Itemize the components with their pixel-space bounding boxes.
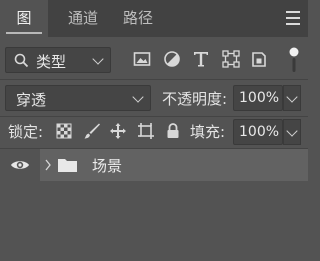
- smart-object-filter-icon[interactable]: [250, 50, 268, 68]
- chevron-right-icon[interactable]: [44, 158, 52, 172]
- filter-kind-select[interactable]: 类型: [5, 47, 111, 73]
- filter-toggle-icon[interactable]: [289, 46, 299, 74]
- tab-channels-label: 通道: [68, 9, 99, 27]
- divider: [0, 116, 308, 117]
- chevron-down-icon: [286, 125, 298, 137]
- search-icon: [14, 53, 29, 68]
- chevron-down-icon: [92, 53, 104, 65]
- blend-mode-value: 穿透: [16, 91, 47, 109]
- folder-icon: [58, 159, 77, 172]
- adjustment-filter-icon[interactable]: [163, 50, 181, 68]
- blend-mode-select[interactable]: 穿透: [5, 85, 151, 111]
- fill-value: 100%: [239, 124, 280, 140]
- fill-label: 填充:: [190, 123, 226, 141]
- divider: [0, 79, 308, 80]
- chevron-down-icon: [132, 91, 144, 103]
- layers-empty-area: [0, 181, 308, 261]
- shape-filter-icon[interactable]: [222, 50, 240, 68]
- lock-image-pixels-icon[interactable]: [83, 122, 101, 140]
- tab-paths-label: 路径: [123, 9, 154, 27]
- fill-input[interactable]: 100%: [233, 119, 283, 145]
- image-filter-icon[interactable]: [133, 50, 151, 68]
- lock-transparent-pixels-icon[interactable]: [55, 122, 73, 140]
- text-filter-icon[interactable]: [192, 50, 210, 68]
- active-tab-indicator: [6, 32, 42, 34]
- filter-kind-label: 类型: [36, 53, 67, 71]
- opacity-label: 不透明度:: [162, 90, 228, 108]
- lock-artboard-icon[interactable]: [137, 122, 155, 140]
- layer-name: 场景: [92, 157, 123, 175]
- lock-label: 锁定:: [8, 123, 44, 141]
- opacity-value: 100%: [239, 90, 280, 106]
- tab-channels[interactable]: 通道: [68, 0, 98, 37]
- opacity-dropdown-button[interactable]: [283, 85, 301, 111]
- tab-paths[interactable]: 路径: [123, 0, 153, 37]
- tab-layers[interactable]: 图层: [0, 0, 48, 64]
- panel-menu-icon[interactable]: [286, 10, 300, 26]
- fill-dropdown-button[interactable]: [283, 119, 301, 145]
- layer-row[interactable]: [40, 149, 308, 181]
- lock-all-icon[interactable]: [164, 122, 182, 140]
- eye-visibility-icon[interactable]: [10, 157, 30, 173]
- opacity-input[interactable]: 100%: [233, 85, 283, 111]
- lock-position-icon[interactable]: [109, 122, 127, 140]
- chevron-down-icon: [286, 91, 298, 103]
- panel-tab-bar: 图层 通道 路径: [0, 0, 308, 64]
